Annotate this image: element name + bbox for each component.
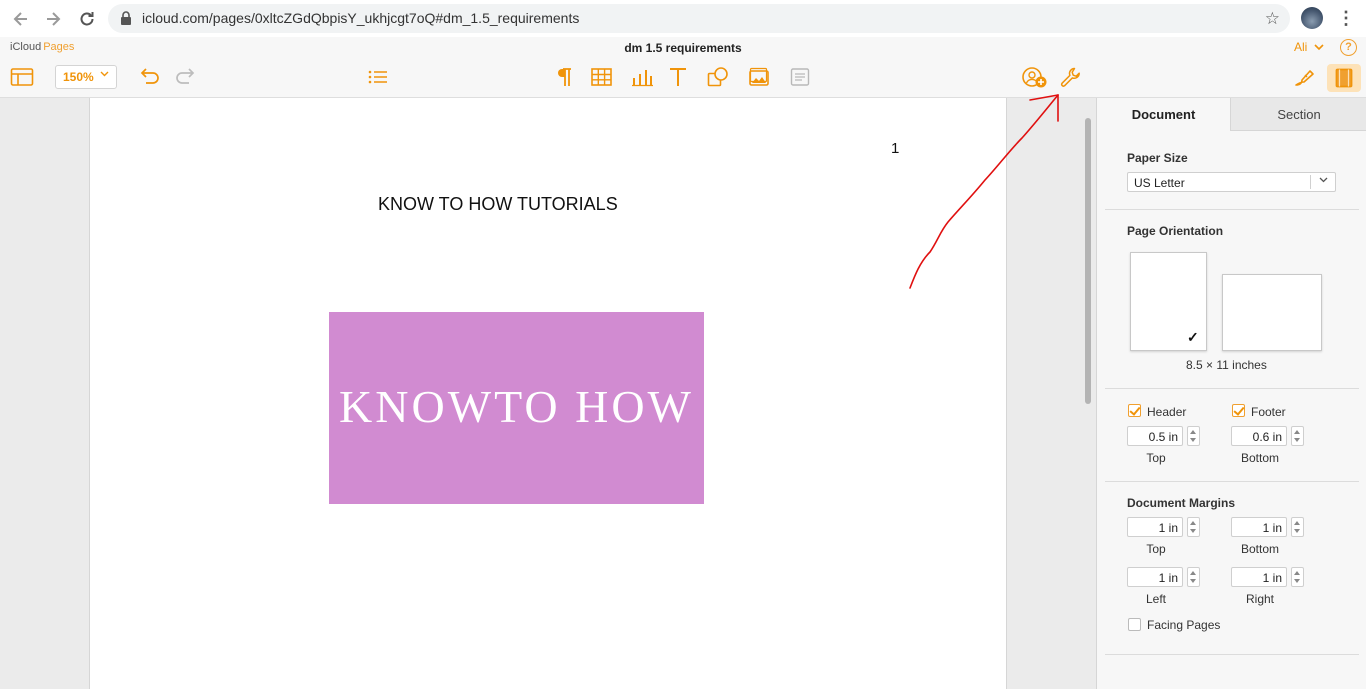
bookmark-star-icon[interactable]: ☆ bbox=[1265, 9, 1280, 29]
document-canvas[interactable]: 1 KNOW TO HOW TUTORIALS KNOWTO HOW bbox=[0, 98, 1096, 689]
divider bbox=[1105, 209, 1359, 210]
text-box-icon[interactable] bbox=[667, 66, 689, 90]
paragraph-icon[interactable] bbox=[553, 66, 575, 90]
margin-bottom-caption: Bottom bbox=[1240, 542, 1279, 556]
url-text: icloud.com/pages/0xltcZGdQbpisY_ukhjcgt7… bbox=[142, 10, 580, 26]
zoom-value: 150% bbox=[63, 70, 94, 84]
collaborate-icon[interactable] bbox=[1021, 66, 1049, 90]
margin-left-stepper[interactable] bbox=[1187, 567, 1200, 587]
paper-size-select[interactable]: US Letter bbox=[1127, 172, 1336, 192]
tab-document[interactable]: Document bbox=[1097, 98, 1231, 131]
format-brush-icon[interactable] bbox=[1293, 66, 1317, 90]
margin-bottom-stepper[interactable] bbox=[1291, 517, 1304, 537]
landscape-orientation-option[interactable] bbox=[1222, 274, 1322, 351]
select-divider bbox=[1310, 175, 1311, 189]
back-arrow-icon[interactable] bbox=[11, 9, 31, 29]
table-icon[interactable] bbox=[590, 66, 614, 90]
document-icon bbox=[1335, 68, 1353, 93]
facing-pages-label: Facing Pages bbox=[1147, 618, 1221, 632]
chevron-down-icon bbox=[1311, 40, 1324, 54]
footer-checkbox[interactable] bbox=[1232, 404, 1245, 417]
header-top-caption: Top bbox=[1146, 451, 1166, 465]
toolbar: 150% bbox=[0, 59, 1366, 98]
margin-top-stepper[interactable] bbox=[1187, 517, 1200, 537]
inspector-panel: Document Section Paper Size US Letter Pa… bbox=[1096, 98, 1366, 689]
lock-icon bbox=[120, 11, 132, 30]
list-icon[interactable] bbox=[366, 66, 390, 90]
wrench-icon[interactable] bbox=[1059, 66, 1083, 90]
margin-left-caption: Left bbox=[1145, 592, 1166, 606]
margin-top-caption: Top bbox=[1146, 542, 1166, 556]
checkmark-icon: ✓ bbox=[1187, 329, 1199, 345]
media-icon[interactable] bbox=[747, 66, 771, 90]
chevron-down-icon bbox=[1319, 175, 1328, 186]
forward-arrow-icon[interactable] bbox=[43, 9, 63, 29]
facing-pages-checkbox[interactable] bbox=[1128, 618, 1141, 631]
undo-icon[interactable] bbox=[137, 66, 161, 90]
app-header: iCloud Pages dm 1.5 requirements Ali ? bbox=[0, 37, 1366, 59]
document-margins-label: Document Margins bbox=[1127, 496, 1236, 510]
banner-image[interactable]: KNOWTO HOW bbox=[329, 312, 704, 504]
margin-right-field[interactable]: 1 in bbox=[1231, 567, 1287, 587]
browser-toolbar: icloud.com/pages/0xltcZGdQbpisY_ukhjcgt7… bbox=[0, 0, 1366, 37]
header-label: Header bbox=[1147, 405, 1187, 419]
header-checkbox[interactable] bbox=[1128, 404, 1141, 417]
margin-right-caption: Right bbox=[1245, 592, 1274, 606]
footer-bottom-caption: Bottom bbox=[1240, 451, 1279, 465]
header-top-stepper[interactable] bbox=[1187, 426, 1200, 446]
address-bar[interactable]: icloud.com/pages/0xltcZGdQbpisY_ukhjcgt7… bbox=[108, 4, 1290, 33]
paper-size-value: US Letter bbox=[1134, 176, 1185, 190]
user-name: Ali bbox=[1294, 40, 1308, 54]
document-panel-button[interactable] bbox=[1327, 64, 1361, 92]
tab-section[interactable]: Section bbox=[1231, 98, 1366, 131]
reload-icon[interactable] bbox=[77, 9, 97, 29]
header-top-field[interactable]: 0.5 in bbox=[1127, 426, 1183, 446]
document-title[interactable]: dm 1.5 requirements bbox=[0, 41, 1366, 55]
footer-bottom-field[interactable]: 0.6 in bbox=[1231, 426, 1287, 446]
user-menu[interactable]: Ali bbox=[1294, 40, 1324, 54]
footer-label: Footer bbox=[1251, 405, 1286, 419]
zoom-select[interactable]: 150% bbox=[55, 65, 117, 89]
chevron-down-icon bbox=[100, 69, 109, 80]
chart-icon[interactable] bbox=[630, 66, 654, 90]
margin-left-field[interactable]: 1 in bbox=[1127, 567, 1183, 587]
page-orientation-label: Page Orientation bbox=[1127, 224, 1224, 238]
document-page[interactable]: 1 KNOW TO HOW TUTORIALS KNOWTO HOW bbox=[89, 98, 1007, 689]
footer-bottom-stepper[interactable] bbox=[1291, 426, 1304, 446]
paper-size-label: Paper Size bbox=[1127, 151, 1188, 165]
margin-top-field[interactable]: 1 in bbox=[1127, 517, 1183, 537]
scrollbar-thumb[interactable] bbox=[1085, 118, 1091, 404]
banner-text: KNOWTO HOW bbox=[339, 381, 694, 432]
help-icon[interactable]: ? bbox=[1340, 39, 1357, 56]
divider bbox=[1105, 481, 1359, 482]
shape-icon[interactable] bbox=[706, 66, 730, 90]
margin-right-stepper[interactable] bbox=[1291, 567, 1304, 587]
comment-icon[interactable] bbox=[789, 66, 811, 90]
avatar[interactable] bbox=[1301, 7, 1323, 29]
redo-icon[interactable] bbox=[174, 66, 198, 90]
view-sidebar-icon[interactable] bbox=[10, 66, 34, 90]
margin-bottom-field[interactable]: 1 in bbox=[1231, 517, 1287, 537]
orientation-size: 8.5 × 11 inches bbox=[1186, 358, 1267, 372]
portrait-orientation-option[interactable]: ✓ bbox=[1130, 252, 1207, 351]
document-heading[interactable]: KNOW TO HOW TUTORIALS bbox=[378, 194, 618, 215]
page-number[interactable]: 1 bbox=[891, 140, 899, 157]
divider bbox=[1105, 388, 1359, 389]
divider bbox=[1105, 654, 1359, 655]
kebab-menu-icon[interactable]: ⋮ bbox=[1337, 8, 1355, 28]
